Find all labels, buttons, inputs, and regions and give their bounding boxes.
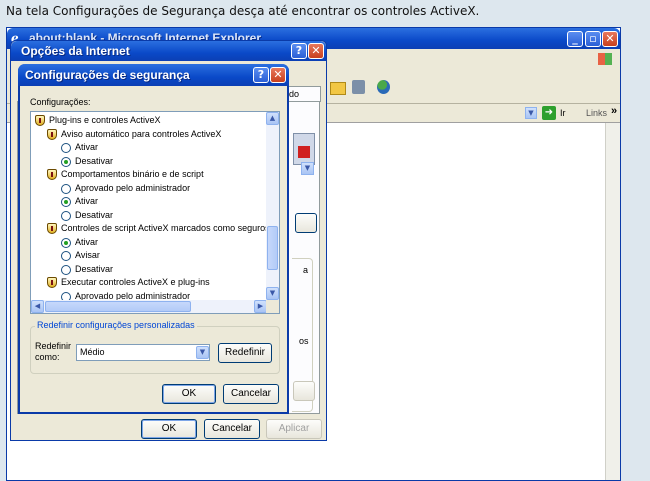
tree-item-label: Aprovado pelo administrador — [75, 182, 191, 193]
radio-selected-icon — [61, 237, 71, 248]
apply-button[interactable]: Aplicar — [266, 419, 322, 439]
tree-item-label: Desativar — [75, 209, 114, 220]
tree-option-row[interactable]: Desativar — [31, 263, 267, 277]
tree-option-row[interactable]: Avisar — [31, 249, 267, 263]
security-shield-icon — [35, 115, 45, 126]
tree-setting-row[interactable]: Executar controles ActiveX e plug-ins — [31, 276, 267, 290]
tree-setting-row[interactable]: Controles de script ActiveX marcados com… — [31, 222, 267, 236]
tree-group-row[interactable]: Plug-ins e controles ActiveX — [31, 114, 267, 128]
minimize-icon[interactable]: _ — [567, 31, 583, 47]
zone-red-icon — [298, 146, 310, 158]
security-settings-title: Configurações de segurança — [25, 68, 190, 82]
tree-setting-row[interactable]: Comportamentos binário e de script — [31, 168, 267, 182]
links-chevron[interactable]: » — [611, 105, 617, 117]
partial-text-a: a — [303, 265, 309, 275]
settings-tree[interactable]: Plug-ins e controles ActiveX Aviso automá… — [30, 111, 280, 314]
default-level-button-partial[interactable] — [293, 381, 315, 401]
radio-icon — [61, 264, 71, 275]
scroll-down-arrow[interactable]: ▼ — [266, 287, 279, 300]
security-shield-icon — [47, 277, 57, 288]
select-dropdown-arrow[interactable]: ▼ — [196, 346, 209, 359]
links-label[interactable]: Links — [586, 108, 607, 118]
tree-option-row[interactable]: Aprovado pelo administrador — [31, 290, 267, 301]
tree-item-label: Desativar — [75, 155, 114, 166]
tree-item-label: Ativar — [75, 196, 99, 206]
tree-option-row[interactable]: Desativar — [31, 209, 267, 223]
close-icon[interactable]: ✕ — [308, 43, 324, 59]
tree-setting-row[interactable]: Aviso automático para controles ActiveX — [31, 128, 267, 142]
history-icon[interactable] — [352, 80, 365, 94]
radio-icon — [61, 183, 71, 194]
security-settings-dialog: Configurações de segurança ? ✕ Configura… — [18, 64, 289, 414]
messenger-icon[interactable] — [377, 80, 390, 94]
tree-item-label: Plug-ins e controles ActiveX — [49, 115, 161, 125]
tree-option-row[interactable]: Aprovado pelo administrador — [31, 182, 267, 196]
security-shield-icon — [47, 128, 57, 140]
reset-level-value: Médio — [80, 347, 105, 357]
cancel-button[interactable]: Cancelar — [223, 384, 279, 404]
tree-item-label: Comportamentos binário e de script — [61, 169, 204, 179]
tree-option-row[interactable]: Desativar — [31, 155, 267, 169]
cancel-button[interactable]: Cancelar — [204, 419, 260, 439]
security-settings-titlebar: Configurações de segurança ? ✕ — [18, 64, 289, 86]
ok-button[interactable]: OK — [141, 419, 197, 439]
radio-icon — [61, 210, 71, 221]
help-icon[interactable]: ? — [291, 43, 307, 59]
go-label[interactable]: Ir — [560, 108, 566, 118]
reset-button[interactable]: Redefinir — [218, 343, 272, 363]
security-shield-icon — [47, 169, 57, 180]
tree-item-label: Ativar — [75, 236, 99, 247]
browser-scrollbar[interactable] — [605, 123, 620, 480]
partial-text-os: os — [299, 336, 309, 346]
tree-option-row[interactable]: Ativar — [31, 195, 267, 209]
radio-icon — [61, 251, 71, 261]
close-icon[interactable]: ✕ — [602, 31, 618, 47]
zone-list-scroll[interactable]: ▼ — [301, 162, 314, 175]
internet-options-titlebar: Opções da Internet ? ✕ — [11, 41, 326, 61]
scroll-thumb[interactable] — [267, 226, 278, 270]
scroll-corner — [266, 300, 279, 313]
address-dropdown-arrow[interactable]: ▼ — [525, 107, 537, 119]
tree-item-label: Ativar — [75, 142, 99, 152]
tree-hscrollbar[interactable]: ◀ ▶ — [31, 300, 267, 313]
ok-button[interactable]: OK — [162, 384, 216, 404]
folder-icon[interactable] — [330, 82, 346, 95]
security-shield-icon — [47, 223, 57, 234]
radio-selected-icon — [61, 197, 71, 207]
instruction-caption: Na tela Configurações de Segurança desça… — [6, 4, 480, 18]
close-icon[interactable]: ✕ — [270, 67, 286, 83]
hscroll-thumb[interactable] — [45, 301, 191, 312]
radio-selected-icon — [61, 156, 71, 167]
tree-option-row[interactable]: Ativar — [31, 236, 267, 250]
radio-icon — [61, 143, 71, 153]
tree-item-label: Desativar — [75, 263, 114, 274]
tree-rows: Plug-ins e controles ActiveX Aviso automá… — [31, 112, 267, 300]
tree-item-label: Controles de script ActiveX marcados com… — [61, 223, 267, 233]
scroll-up-arrow[interactable]: ▲ — [266, 112, 279, 125]
internet-options-title: Opções da Internet — [21, 44, 130, 58]
windows-flag-icon — [598, 53, 612, 65]
reset-to-label: Redefinir como: — [35, 341, 72, 362]
maximize-icon[interactable]: ▫ — [585, 31, 601, 47]
tree-option-row[interactable]: Ativar — [31, 141, 267, 155]
tree-item-label: Aviso automático para controles ActiveX — [61, 128, 222, 139]
help-icon[interactable]: ? — [253, 67, 269, 83]
radio-icon — [61, 291, 71, 300]
reset-level-select[interactable]: Médio ▼ — [76, 344, 210, 361]
settings-label: Configurações: — [30, 97, 91, 107]
tree-item-label: Avisar — [75, 250, 100, 260]
custom-level-button-partial[interactable] — [295, 213, 317, 233]
reset-group-label: Redefinir configurações personalizadas — [35, 320, 197, 330]
go-arrow-icon[interactable]: ➜ — [542, 106, 556, 120]
tree-vscrollbar[interactable]: ▲ ▼ — [266, 112, 279, 300]
scroll-left-arrow[interactable]: ◀ — [31, 300, 44, 313]
tree-item-label: Executar controles ActiveX e plug-ins — [61, 277, 210, 287]
tree-item-label: Aprovado pelo administrador — [75, 290, 191, 301]
